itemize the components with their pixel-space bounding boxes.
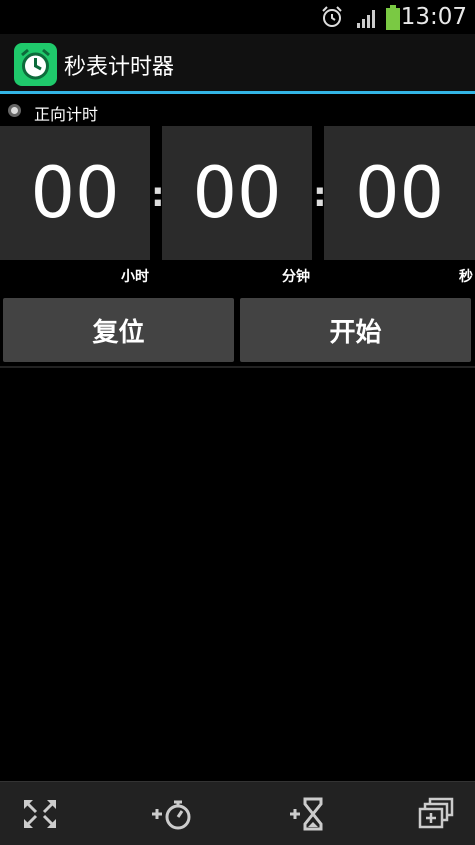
add-timer-icon[interactable]	[288, 796, 328, 832]
reset-button[interactable]: 复位	[3, 298, 234, 362]
minutes-display[interactable]: 00	[162, 126, 312, 260]
hours-unit-label: 小时	[121, 269, 149, 285]
windows-icon[interactable]	[416, 796, 456, 832]
battery-icon	[385, 5, 401, 35]
status-time: 13:07	[400, 4, 467, 30]
status-bar: 13:07	[0, 0, 475, 34]
seconds-unit-label: 秒	[459, 269, 473, 285]
signal-icon	[356, 7, 378, 33]
bottom-bar	[0, 781, 475, 845]
mode-radio[interactable]	[8, 104, 21, 117]
minutes-unit-label: 分钟	[282, 269, 310, 285]
action-bar: 秒表计时器	[0, 34, 475, 94]
divider	[0, 366, 475, 368]
hours-display[interactable]: 00	[0, 126, 150, 260]
mode-selector[interactable]: 正向计时	[0, 97, 475, 125]
alarm-clock-icon	[14, 43, 57, 86]
mode-label: 正向计时	[34, 105, 99, 124]
fullscreen-icon[interactable]	[20, 796, 60, 832]
app-title: 秒表计时器	[64, 55, 175, 80]
seconds-display[interactable]: 00	[324, 126, 475, 260]
start-button[interactable]: 开始	[240, 298, 471, 362]
alarm-icon	[320, 5, 344, 33]
add-stopwatch-icon[interactable]	[150, 796, 191, 832]
